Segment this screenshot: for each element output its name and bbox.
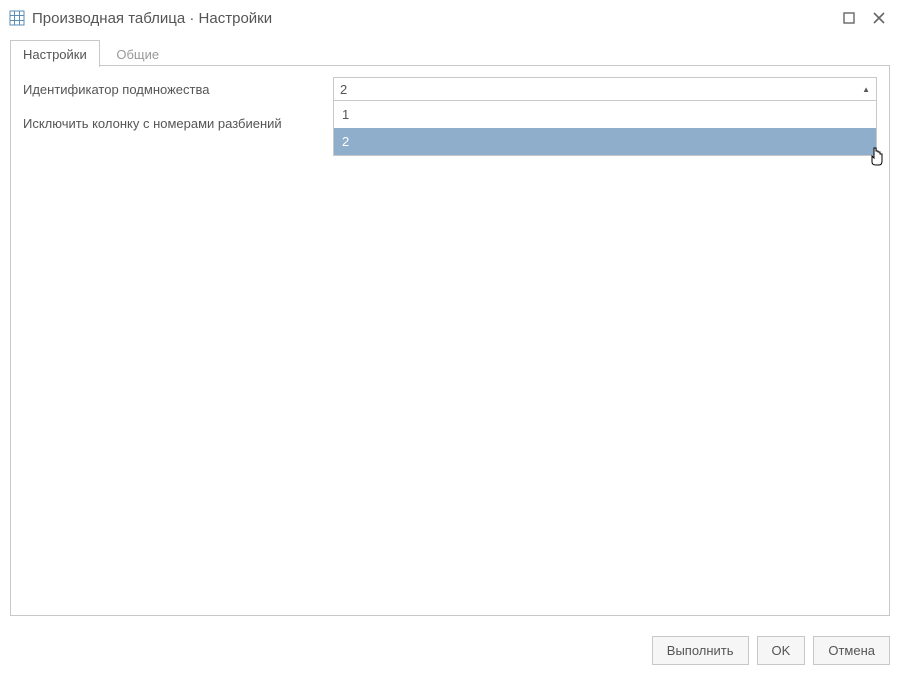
exclude-column-label: Исключить колонку с номерами разбиений bbox=[23, 116, 333, 131]
run-button[interactable]: Выполнить bbox=[652, 636, 749, 665]
form-row-subset-id: Идентификатор подмножества 2 ▲ bbox=[23, 76, 877, 102]
dropdown-option[interactable]: 1 bbox=[334, 101, 876, 128]
ok-button[interactable]: OK bbox=[757, 636, 806, 665]
tab-bar: Настройки Общие bbox=[0, 40, 900, 66]
cancel-button[interactable]: Отмена bbox=[813, 636, 890, 665]
dropdown-option[interactable]: 2 bbox=[334, 128, 876, 155]
content-panel: Идентификатор подмножества 2 ▲ Исключить… bbox=[10, 66, 890, 616]
content-panel-wrap: Идентификатор подмножества 2 ▲ Исключить… bbox=[0, 66, 900, 626]
maximize-icon[interactable] bbox=[838, 7, 860, 29]
tab-general[interactable]: Общие bbox=[103, 40, 172, 67]
close-icon[interactable] bbox=[868, 7, 890, 29]
dialog-footer: Выполнить OK Отмена bbox=[0, 626, 900, 675]
dialog-title: Производная таблица · Настройки bbox=[32, 10, 830, 27]
titlebar: Производная таблица · Настройки bbox=[0, 0, 900, 36]
tab-settings[interactable]: Настройки bbox=[10, 40, 100, 67]
subset-id-dropdown: 1 2 bbox=[333, 100, 877, 156]
caret-up-icon: ▲ bbox=[862, 85, 870, 94]
subset-id-combo[interactable]: 2 ▲ bbox=[333, 77, 877, 101]
combo-value: 2 bbox=[340, 82, 347, 97]
settings-dialog: Производная таблица · Настройки Настройк… bbox=[0, 0, 900, 675]
table-grid-icon bbox=[8, 9, 26, 27]
subset-id-label: Идентификатор подмножества bbox=[23, 82, 333, 97]
